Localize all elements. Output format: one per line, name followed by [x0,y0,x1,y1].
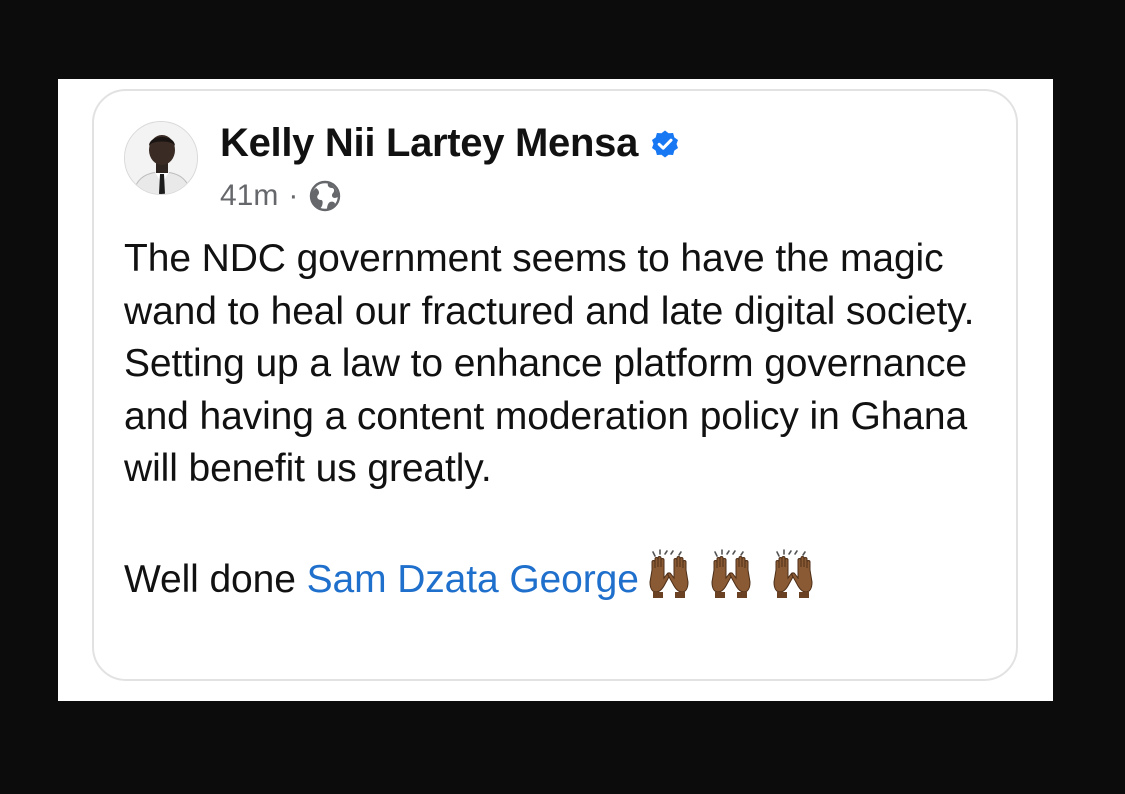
post-card: Kelly Nii Lartey Mensa 41m · The NDC gov… [92,89,1018,681]
person-photo-icon [125,122,197,194]
author-name[interactable]: Kelly Nii Lartey Mensa [220,121,638,166]
mention-link[interactable]: Sam Dzata George [307,558,639,601]
meta-separator: · [288,179,299,212]
post-closing: Well done Sam Dzata George [124,548,1004,615]
raising-hands-emoji-icon [649,548,829,615]
post-meta: 41m · [220,179,342,213]
globe-icon[interactable] [308,179,342,213]
post-timestamp[interactable]: 41m [220,179,278,213]
closing-prefix: Well done [124,557,296,601]
verified-badge-icon [652,130,679,157]
raising-hands-emoji-svg [649,548,813,599]
post-body: The NDC government seems to have the mag… [124,233,1004,614]
author-row: Kelly Nii Lartey Mensa [220,121,680,166]
screenshot-frame: Kelly Nii Lartey Mensa 41m · The NDC gov… [58,79,1053,701]
author-avatar[interactable] [124,121,198,195]
post-paragraph: The NDC government seems to have the mag… [124,237,975,490]
